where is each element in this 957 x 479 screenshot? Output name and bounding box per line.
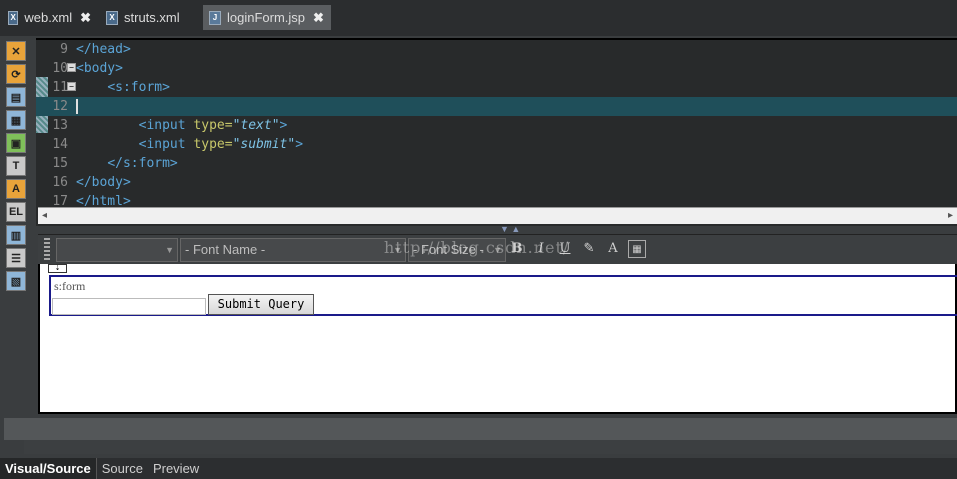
- code-line[interactable]: 15 </s:form>: [36, 154, 957, 173]
- tab-login-form-jsp[interactable]: J loginForm.jsp ✖: [203, 5, 331, 30]
- form-tag-label: s:form: [54, 279, 86, 293]
- code-text: </body>: [76, 175, 131, 190]
- xml-file-icon: X: [8, 10, 19, 25]
- visual-design-canvas[interactable]: ⇣ s:form Submit Query: [38, 264, 957, 414]
- line-number: 16: [52, 175, 68, 190]
- line-number: 14: [52, 137, 68, 152]
- tab-visual-source[interactable]: Visual/Source: [0, 458, 97, 479]
- tab-label: web.xml: [24, 10, 73, 25]
- fold-toggle-icon[interactable]: −: [67, 63, 76, 72]
- tab-preview[interactable]: Preview: [148, 458, 204, 479]
- image-icon[interactable]: ▣: [6, 133, 26, 153]
- line-number: 12: [52, 99, 68, 114]
- palette-toolbar: ✕ ⟳ ▤ ▦ ▣ T A EL ▥ ☰ ▧: [4, 38, 28, 291]
- horizontal-scrollbar[interactable]: ◂ ▸: [38, 207, 957, 224]
- table-icon[interactable]: ▦: [6, 110, 26, 130]
- line-number: 13: [52, 118, 68, 133]
- scroll-right-icon[interactable]: ▸: [948, 210, 953, 221]
- code-line[interactable]: 9 </head>: [36, 40, 957, 59]
- expand-toggle-icon[interactable]: ⇣: [48, 264, 67, 273]
- tab-label: loginForm.jsp: [227, 10, 306, 25]
- format-table-icon[interactable]: ▦: [628, 240, 646, 258]
- scroll-left-icon[interactable]: ◂: [42, 210, 47, 221]
- refresh-icon[interactable]: ⟳: [6, 64, 26, 84]
- source-code-editor[interactable]: 9 </head> 10− <body> 11− <s:form> 12 13 <input…: [36, 38, 957, 226]
- font-icon[interactable]: A: [6, 179, 26, 199]
- code-text: </head>: [76, 42, 131, 57]
- text-caret: [76, 99, 78, 114]
- line-number: 9: [60, 42, 68, 57]
- grid-icon[interactable]: ▥: [6, 225, 26, 245]
- font-color-icon[interactable]: A: [604, 240, 622, 258]
- line-number: 11: [52, 80, 68, 95]
- jsp-file-icon: J: [209, 10, 221, 25]
- list-icon[interactable]: ☰: [6, 248, 26, 268]
- form-icon[interactable]: ▤: [6, 87, 26, 107]
- highlight-pen-icon[interactable]: ✎: [580, 240, 598, 258]
- tab-struts-xml[interactable]: X struts.xml: [100, 5, 200, 30]
- line-number: 15: [52, 156, 68, 171]
- text-icon[interactable]: T: [6, 156, 26, 176]
- code-text: <s:form>: [107, 80, 170, 95]
- s-form-container[interactable]: s:form Submit Query: [49, 275, 957, 316]
- watermark: http://blog.csdn.net/: [384, 238, 570, 257]
- paragraph-style-select[interactable]: ▼: [56, 238, 178, 262]
- font-name-select[interactable]: - Font Name - ▼: [180, 238, 406, 262]
- code-text: <input type="submit">: [138, 137, 304, 152]
- view-mode-tabs: Visual/Source Source Preview: [0, 458, 957, 479]
- layout-icon[interactable]: ▧: [6, 271, 26, 291]
- code-line[interactable]: 10− <body>: [36, 59, 957, 78]
- code-text: </s:form>: [107, 156, 178, 171]
- line-number: 10: [52, 61, 68, 76]
- tools-icon[interactable]: ✕: [6, 41, 26, 61]
- code-line[interactable]: 11− <s:form>: [36, 78, 957, 97]
- fold-toggle-icon[interactable]: −: [67, 82, 76, 91]
- code-line[interactable]: 13 <input type="text">: [36, 116, 957, 135]
- xml-file-icon: X: [106, 10, 118, 25]
- el-expression-icon[interactable]: EL: [6, 202, 26, 222]
- code-line[interactable]: 12: [36, 97, 957, 116]
- editor-footer-area-inner: [24, 440, 957, 454]
- toolbar-grip[interactable]: [44, 238, 50, 262]
- editor-footer-area: [4, 418, 957, 440]
- text-input-preview[interactable]: [52, 298, 206, 315]
- submit-query-button[interactable]: Submit Query: [208, 294, 314, 315]
- close-icon[interactable]: ✖: [313, 10, 324, 26]
- code-text: <input type="text">: [138, 118, 288, 133]
- chevron-down-icon: ▼: [165, 245, 174, 255]
- tab-source[interactable]: Source: [97, 458, 148, 479]
- code-line[interactable]: 14 <input type="submit">: [36, 135, 957, 154]
- jsp-visual-editor: X web.xml ✖ X struts.xml J loginForm.jsp…: [0, 0, 957, 479]
- pane-splitter-handle[interactable]: ▼ ▲: [500, 224, 520, 234]
- code-text: <body>: [76, 61, 123, 76]
- close-icon[interactable]: ✖: [80, 10, 91, 26]
- editor-tab-bar: X web.xml ✖ X struts.xml J loginForm.jsp…: [0, 0, 957, 36]
- tab-label: struts.xml: [124, 10, 180, 25]
- tab-web-xml[interactable]: X web.xml ✖: [2, 5, 97, 30]
- code-line[interactable]: 16 </body>: [36, 173, 957, 192]
